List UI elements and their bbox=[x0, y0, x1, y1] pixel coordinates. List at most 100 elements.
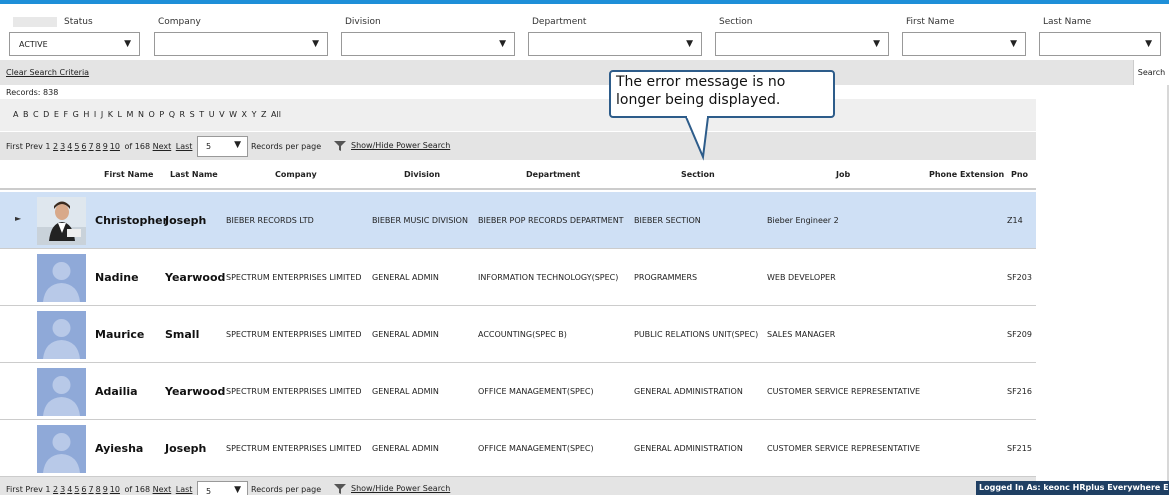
first-name[interactable]: Ayiesha bbox=[95, 442, 143, 455]
company-cell: BIEBER RECORDS LTD bbox=[226, 216, 314, 225]
column-header[interactable]: First Name bbox=[104, 170, 153, 179]
filter-funnel-icon bbox=[334, 141, 346, 151]
chevron-down-icon: ▼ bbox=[499, 39, 506, 49]
pager-last[interactable]: Last bbox=[176, 142, 193, 151]
pager-page[interactable]: 7 bbox=[89, 485, 94, 494]
pager-page[interactable]: 7 bbox=[89, 142, 94, 151]
company-select[interactable]: ▼ bbox=[154, 32, 328, 56]
pager-page[interactable]: 9 bbox=[103, 485, 108, 494]
table-row[interactable]: Ayiesha Joseph SPECTRUM ENTERPRISES LIMI… bbox=[0, 420, 1036, 477]
pager-page[interactable]: 3 bbox=[60, 142, 65, 151]
department-select[interactable]: ▼ bbox=[528, 32, 702, 56]
pager-page[interactable]: 2 bbox=[53, 142, 58, 151]
chevron-down-icon: ▼ bbox=[312, 39, 319, 49]
pager-of: of 168 bbox=[124, 485, 151, 494]
section-select[interactable]: ▼ bbox=[715, 32, 889, 56]
per-page-select[interactable]: 5 ▼ bbox=[197, 481, 248, 495]
first-name[interactable]: Nadine bbox=[95, 271, 139, 284]
table-row[interactable]: Nadine Yearwood SPECTRUM ENTERPRISES LIM… bbox=[0, 249, 1036, 306]
division-select[interactable]: ▼ bbox=[341, 32, 515, 56]
column-header[interactable]: Department bbox=[526, 170, 580, 179]
table-row[interactable]: Maurice Small SPECTRUM ENTERPRISES LIMIT… bbox=[0, 306, 1036, 363]
column-header[interactable]: Section bbox=[681, 170, 715, 179]
pno-cell: SF203 bbox=[1007, 273, 1032, 282]
first-name-select[interactable]: ▼ bbox=[902, 32, 1026, 56]
chevron-down-icon: ▼ bbox=[1010, 39, 1017, 49]
pager-page[interactable]: 4 bbox=[67, 485, 72, 494]
last-name[interactable]: Joseph bbox=[165, 214, 206, 227]
pager-prev[interactable]: Prev bbox=[25, 485, 42, 494]
pager-page[interactable]: 6 bbox=[81, 142, 86, 151]
pager-current: 1 bbox=[45, 485, 51, 494]
filter-label: First Name bbox=[906, 17, 955, 27]
pager-current: 1 bbox=[45, 142, 51, 151]
alphabet-filter-bar: A B C D E F G H I J K L M N O P Q R S T … bbox=[0, 99, 1036, 131]
pager-next[interactable]: Next bbox=[153, 485, 172, 494]
division-cell: GENERAL ADMIN bbox=[372, 330, 439, 339]
avatar-placeholder-icon bbox=[37, 368, 86, 416]
pager-page[interactable]: 6 bbox=[81, 485, 86, 494]
last-name[interactable]: Joseph bbox=[165, 442, 206, 455]
section-cell: GENERAL ADMINISTRATION bbox=[634, 444, 743, 453]
column-header[interactable]: Company bbox=[275, 170, 317, 179]
table-row[interactable]: Adailia Yearwood SPECTRUM ENTERPRISES LI… bbox=[0, 363, 1036, 420]
avatar-placeholder-icon bbox=[37, 311, 86, 359]
pager-last[interactable]: Last bbox=[176, 485, 193, 494]
job-cell: CUSTOMER SERVICE REPRESENTATIVE bbox=[767, 444, 921, 453]
pager-prev[interactable]: Prev bbox=[25, 142, 42, 151]
pager-page[interactable]: 5 bbox=[74, 142, 79, 151]
pager-next[interactable]: Next bbox=[153, 142, 172, 151]
section-cell: BIEBER SECTION bbox=[634, 216, 701, 225]
table-header: First Name Last Name Company Division De… bbox=[0, 160, 1036, 190]
pager-first[interactable]: First bbox=[6, 142, 23, 151]
pager-page[interactable]: 2 bbox=[53, 485, 58, 494]
logged-in-status: Logged In As: keonc HRplus Everywhere En… bbox=[976, 481, 1169, 495]
filter-bar: Status ACTIVE ▼ Company ▼ Division ▼ Dep… bbox=[0, 4, 1169, 60]
clear-search-link[interactable]: Clear Search Criteria bbox=[6, 68, 89, 77]
pager-bottom: First Prev 1 2 3 4 5 6 7 8 9 10 of 168 Next Last… bbox=[0, 477, 1036, 495]
pager-page[interactable]: 10 bbox=[110, 485, 120, 494]
last-name[interactable]: Yearwood bbox=[165, 271, 225, 284]
pager-page[interactable]: 3 bbox=[60, 485, 65, 494]
pager-first[interactable]: First bbox=[6, 485, 23, 494]
department-cell: BIEBER POP RECORDS DEPARTMENT bbox=[478, 216, 624, 225]
employee-photo bbox=[37, 197, 86, 245]
power-search-toggle[interactable]: Show/Hide Power Search bbox=[351, 484, 450, 493]
table-row[interactable]: ► Christopher Joseph BIEBER RECORDS LTD … bbox=[0, 192, 1036, 249]
alphabet-links[interactable]: A B C D E F G H I J K L M N O P Q R S T … bbox=[13, 110, 281, 119]
pager-page[interactable]: 10 bbox=[110, 142, 120, 151]
column-header[interactable]: Pno bbox=[1011, 170, 1028, 179]
first-name[interactable]: Adailia bbox=[95, 385, 138, 398]
pno-cell: SF209 bbox=[1007, 330, 1032, 339]
department-cell: OFFICE MANAGEMENT(SPEC) bbox=[478, 387, 594, 396]
search-button[interactable]: Search bbox=[1133, 60, 1169, 85]
last-name[interactable]: Yearwood bbox=[165, 385, 225, 398]
filter-label: Department bbox=[532, 17, 587, 27]
first-name[interactable]: Christopher bbox=[95, 214, 168, 227]
pno-cell: SF216 bbox=[1007, 387, 1032, 396]
filter-funnel-icon bbox=[334, 484, 346, 494]
annotation-callout: The error message is no longer being dis… bbox=[609, 70, 835, 118]
last-name-select[interactable]: ▼ bbox=[1039, 32, 1161, 56]
power-search-toggle[interactable]: Show/Hide Power Search bbox=[351, 141, 450, 150]
column-header[interactable]: Last Name bbox=[170, 170, 218, 179]
division-cell: GENERAL ADMIN bbox=[372, 273, 439, 282]
status-select[interactable]: ACTIVE ▼ bbox=[9, 32, 140, 56]
pager-page[interactable]: 5 bbox=[74, 485, 79, 494]
first-name[interactable]: Maurice bbox=[95, 328, 144, 341]
column-header[interactable]: Division bbox=[404, 170, 440, 179]
pager-page[interactable]: 4 bbox=[67, 142, 72, 151]
per-page-select[interactable]: 5 ▼ bbox=[197, 136, 248, 157]
section-cell: GENERAL ADMINISTRATION bbox=[634, 387, 743, 396]
pager-page[interactable]: 9 bbox=[103, 142, 108, 151]
pager-page[interactable]: 8 bbox=[96, 485, 101, 494]
filter-label: Status bbox=[64, 17, 93, 27]
expand-row-icon[interactable]: ► bbox=[15, 214, 21, 223]
chevron-down-icon: ▼ bbox=[1145, 39, 1152, 49]
column-header[interactable]: Phone Extension bbox=[929, 170, 1004, 179]
records-count: Records: 838 bbox=[6, 88, 59, 97]
last-name[interactable]: Small bbox=[165, 328, 199, 341]
pager-page[interactable]: 8 bbox=[96, 142, 101, 151]
column-header[interactable]: Job bbox=[836, 170, 850, 179]
company-cell: SPECTRUM ENTERPRISES LIMITED bbox=[226, 444, 362, 453]
